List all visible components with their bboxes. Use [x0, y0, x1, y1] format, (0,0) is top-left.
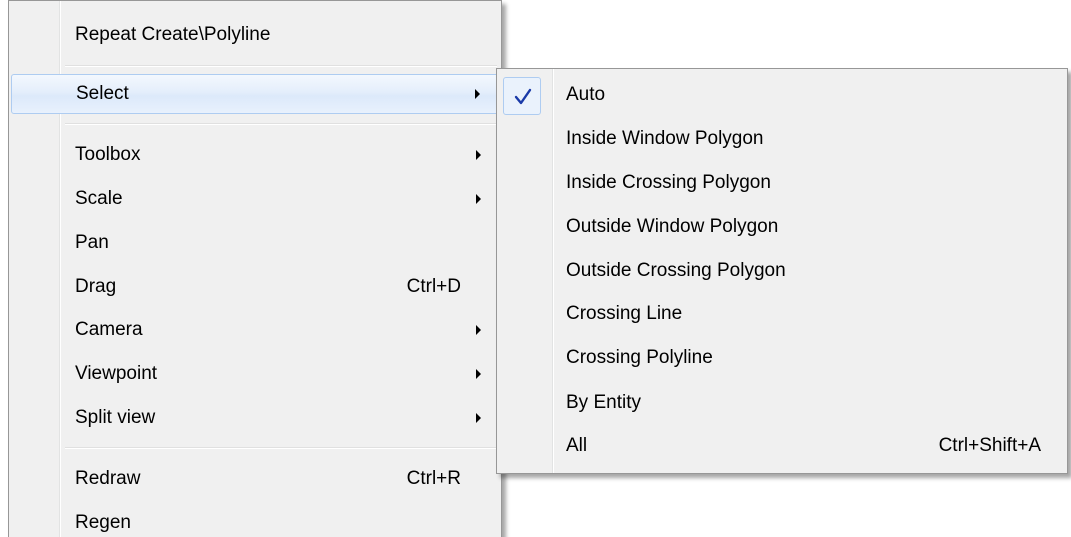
menu-item-label: Pan — [75, 232, 109, 253]
submenu-arrow-icon — [476, 413, 481, 423]
menu-item-label: Scale — [75, 188, 123, 209]
submenu-arrow-icon — [476, 325, 481, 335]
submenu-item-label: Outside Crossing Polygon — [566, 260, 786, 281]
menu-item-label: Toolbox — [75, 144, 141, 165]
submenu-item-label: Crossing Polyline — [566, 347, 713, 368]
menu-item-label: Camera — [75, 319, 143, 340]
submenu-item-by-entity[interactable]: By Entity — [499, 381, 1065, 425]
check-indicator — [503, 77, 541, 115]
menu-item-label: Split view — [75, 407, 156, 428]
menu-item-select[interactable]: Select — [11, 74, 499, 114]
submenu-item-crossing-line[interactable]: Crossing Line — [499, 292, 1065, 336]
menu-item-label: Viewpoint — [75, 363, 158, 384]
menu-item-redraw[interactable]: Redraw Ctrl+R — [11, 459, 499, 499]
submenu-item-label: Crossing Line — [566, 303, 683, 324]
menu-separator — [65, 447, 497, 449]
submenu-item-label: Auto — [566, 84, 606, 105]
menu-separator — [65, 65, 497, 67]
menu-item-regen[interactable]: Regen — [11, 503, 499, 537]
submenu-item-label: By Entity — [566, 392, 641, 413]
submenu-item-label: Inside Crossing Polygon — [566, 172, 771, 193]
submenu-item-auto[interactable]: Auto — [499, 73, 1065, 117]
submenu-item-inside-window-polygon[interactable]: Inside Window Polygon — [499, 117, 1065, 161]
menu-item-label: Select — [76, 83, 129, 104]
submenu-item-label: Outside Window Polygon — [566, 216, 779, 237]
screen: Repeat Create\Polyline Select Toolbox Sc… — [0, 0, 1071, 537]
menu-item-repeat-create-polyline[interactable]: Repeat Create\Polyline — [11, 15, 499, 55]
menu-item-label: Drag — [75, 276, 117, 297]
menu-item-shortcut: Ctrl+R — [406, 468, 461, 489]
select-submenu: Auto Inside Window Polygon Inside Crossi… — [496, 68, 1068, 474]
menu-item-pan[interactable]: Pan — [11, 223, 499, 263]
menu-item-scale[interactable]: Scale — [11, 179, 499, 219]
submenu-item-inside-crossing-polygon[interactable]: Inside Crossing Polygon — [499, 161, 1065, 205]
menu-item-shortcut: Ctrl+D — [406, 276, 461, 297]
menu-item-label: Regen — [75, 512, 131, 533]
menu-item-viewpoint[interactable]: Viewpoint — [11, 354, 499, 394]
submenu-item-shortcut: Ctrl+Shift+A — [938, 435, 1041, 456]
submenu-arrow-icon — [476, 150, 481, 160]
context-menu: Repeat Create\Polyline Select Toolbox Sc… — [8, 0, 502, 537]
submenu-arrow-icon — [476, 369, 481, 379]
menu-item-toolbox[interactable]: Toolbox — [11, 135, 499, 175]
menu-item-split-view[interactable]: Split view — [11, 398, 499, 438]
submenu-item-label: All — [566, 435, 588, 456]
submenu-item-outside-crossing-polygon[interactable]: Outside Crossing Polygon — [499, 249, 1065, 293]
menu-item-label: Repeat Create\Polyline — [75, 24, 271, 45]
menu-separator — [65, 123, 497, 125]
menu-item-camera[interactable]: Camera — [11, 310, 499, 350]
submenu-item-crossing-polyline[interactable]: Crossing Polyline — [499, 336, 1065, 380]
submenu-item-label: Inside Window Polygon — [566, 128, 764, 149]
submenu-item-outside-window-polygon[interactable]: Outside Window Polygon — [499, 205, 1065, 249]
submenu-item-all[interactable]: All Ctrl+Shift+A — [499, 424, 1065, 468]
submenu-arrow-icon — [475, 89, 480, 99]
submenu-arrow-icon — [476, 194, 481, 204]
menu-item-label: Redraw — [75, 468, 141, 489]
checkmark-icon — [514, 88, 532, 105]
menu-item-drag[interactable]: Drag Ctrl+D — [11, 267, 499, 307]
